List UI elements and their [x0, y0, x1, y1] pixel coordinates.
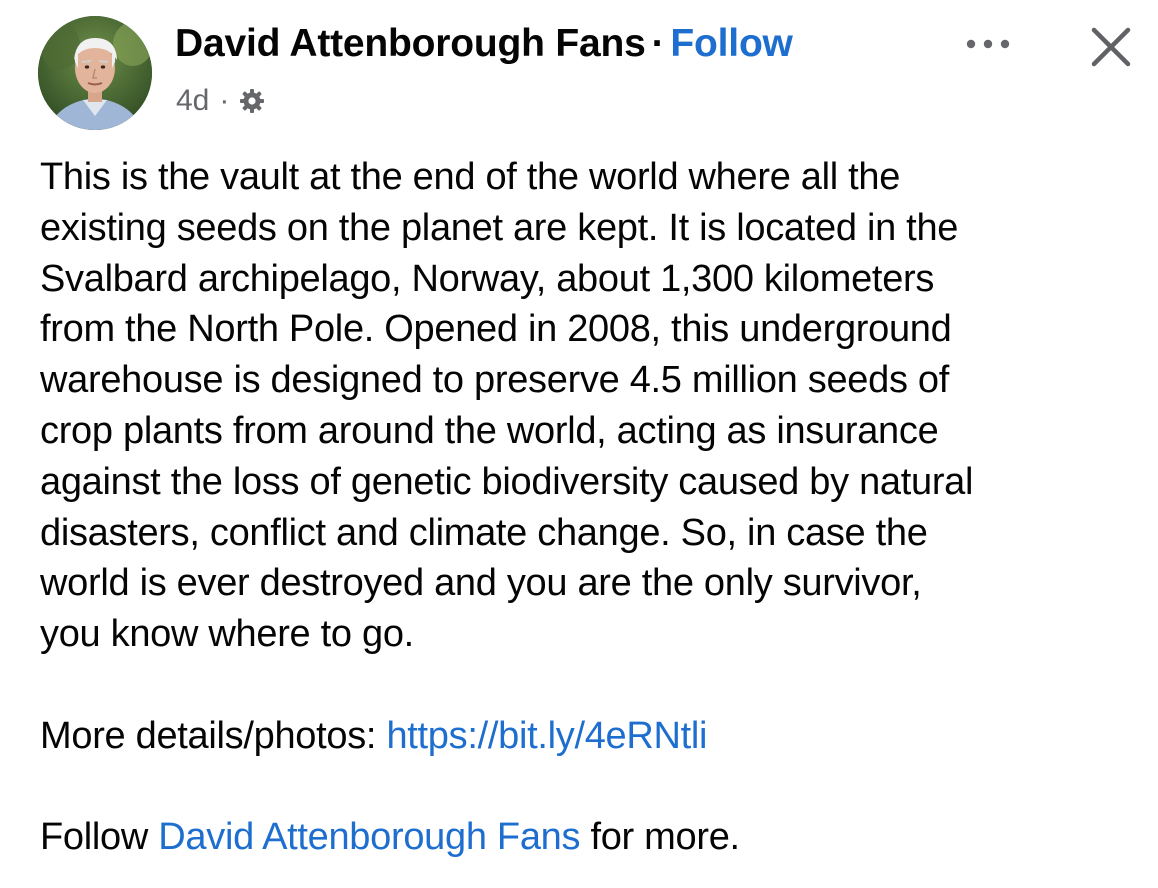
close-icon [1091, 27, 1131, 67]
post-header-title: David Attenborough Fans · Follow [175, 22, 793, 66]
follow-prefix: Follow [40, 816, 159, 859]
follow-paragraph: Follow David Attenborough Fans for more. [40, 812, 1150, 863]
post-line: world is ever destroyed and you are the … [40, 562, 922, 605]
post-line: you know where to go. [40, 613, 414, 656]
header-separator: · [651, 22, 665, 65]
close-button[interactable] [1086, 22, 1136, 72]
details-link[interactable]: https://bit.ly/4eRNtli [386, 715, 707, 757]
post-meta: 4d · [176, 84, 265, 118]
gear-icon[interactable] [239, 88, 265, 114]
follow-suffix: for more. [580, 816, 740, 859]
author-name[interactable]: David Attenborough Fans [175, 22, 646, 65]
post-line: existing seeds on the planet are kept. I… [40, 206, 959, 249]
post-line: warehouse is designed to preserve 4.5 mi… [40, 359, 949, 402]
post-card: David Attenborough Fans · Follow 4d · Th… [0, 0, 1158, 888]
post-line: disasters, conflict and climate change. … [40, 511, 928, 554]
details-label: More details/photos: [40, 714, 387, 757]
post-line: This is the vault at the end of the worl… [40, 156, 901, 198]
more-options-button[interactable] [962, 28, 1014, 60]
post-timestamp[interactable]: 4d [176, 84, 209, 118]
meta-separator: · [219, 84, 230, 117]
post-line: from the North Pole. Opened in 2008, thi… [40, 308, 952, 351]
post-message: This is the vault at the end of the worl… [40, 152, 1150, 660]
post-line: Svalbard archipelago, Norway, about 1,30… [40, 257, 935, 300]
more-horizontal-icon [966, 39, 1010, 49]
follow-button[interactable]: Follow [670, 22, 792, 65]
post-body: This is the vault at the end of the worl… [40, 152, 1150, 863]
avatar[interactable] [38, 16, 152, 130]
post-line: against the loss of genetic biodiversity… [40, 460, 974, 503]
page-link[interactable]: David Attenborough Fans [158, 816, 580, 858]
post-line: crop plants from around the world, actin… [40, 409, 939, 452]
details-paragraph: More details/photos: https://bit.ly/4eRN… [40, 711, 1150, 762]
